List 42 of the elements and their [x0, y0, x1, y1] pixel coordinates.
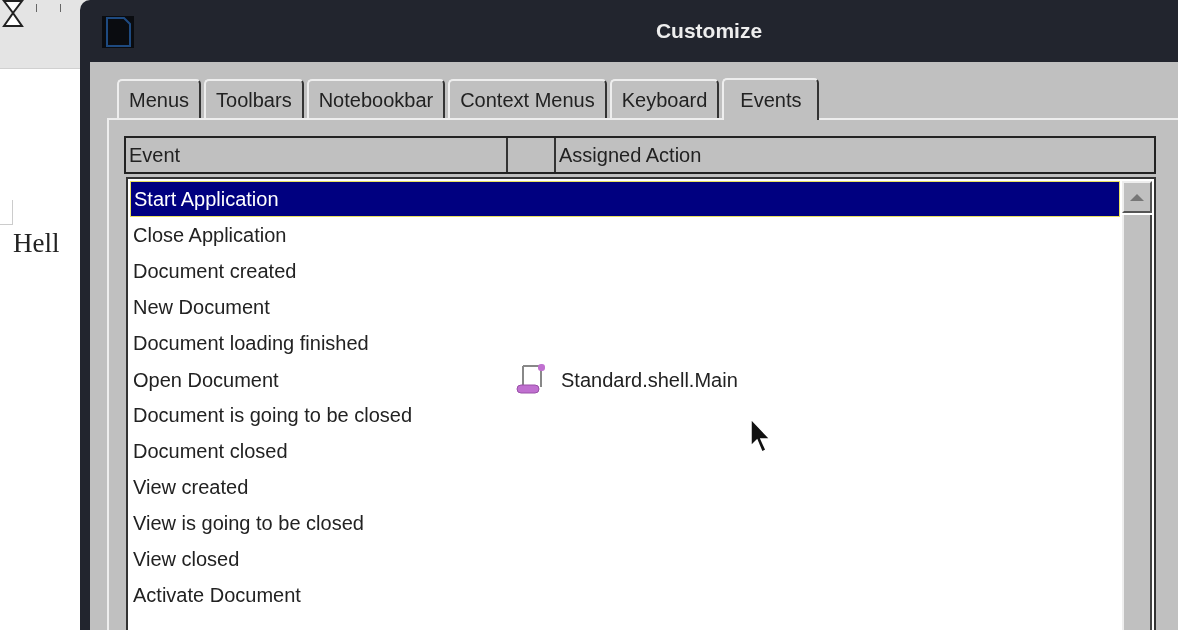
event-name: Document is going to be closed: [132, 403, 414, 427]
scrollbar-track[interactable]: [1122, 215, 1152, 630]
event-name: Document created: [132, 259, 298, 283]
column-header[interactable]: Event: [126, 138, 508, 172]
assigned-action: Standard.shell.Main: [560, 368, 738, 391]
event-name: Activate Document: [132, 583, 302, 607]
tab[interactable]: Notebookbar: [306, 79, 446, 118]
event-name: New Document: [132, 295, 271, 319]
scroll-icon: [514, 361, 548, 395]
scroll-up-button[interactable]: [1122, 181, 1152, 213]
event-name: Open Document: [132, 368, 280, 392]
text-boundary-mark: [0, 200, 13, 225]
tab[interactable]: Context Menus: [448, 79, 607, 118]
window-title: Customize: [655, 19, 763, 43]
event-row[interactable]: Open Document Standard.shell.Main: [130, 361, 1120, 397]
event-name: View closed: [132, 547, 241, 571]
tab[interactable]: Menus: [117, 79, 202, 118]
indent-marker-icon[interactable]: [2, 0, 24, 28]
event-row[interactable]: View is going to be closed: [130, 505, 1120, 541]
tab[interactable]: Events: [722, 78, 820, 120]
event-name: View created: [132, 475, 250, 499]
document-icon: [102, 16, 134, 48]
column-header[interactable]: Assigned Action: [556, 138, 1154, 172]
event-row[interactable]: Start Application: [130, 181, 1120, 217]
event-row[interactable]: Document is going to be closed: [130, 397, 1120, 433]
event-row[interactable]: Close Application: [130, 217, 1120, 253]
event-name: Close Application: [132, 223, 288, 247]
up-arrow-icon: [1130, 193, 1144, 201]
event-name: Document closed: [132, 439, 289, 463]
event-name: View is going to be closed: [132, 511, 365, 535]
event-name: Document loading finished: [132, 331, 370, 355]
event-row[interactable]: View closed: [130, 541, 1120, 577]
tab[interactable]: Keyboard: [609, 79, 720, 118]
event-row[interactable]: Document closed: [130, 433, 1120, 469]
tab[interactable]: Toolbars: [204, 79, 304, 118]
event-row[interactable]: Activate Document: [130, 577, 1120, 613]
event-row[interactable]: View created: [130, 469, 1120, 505]
event-name: Start Application: [133, 187, 280, 211]
event-row[interactable]: Document loading finished: [130, 325, 1120, 361]
event-row[interactable]: Document created: [130, 253, 1120, 289]
event-row[interactable]: New Document: [130, 289, 1120, 325]
document-text: Hell: [13, 228, 60, 259]
